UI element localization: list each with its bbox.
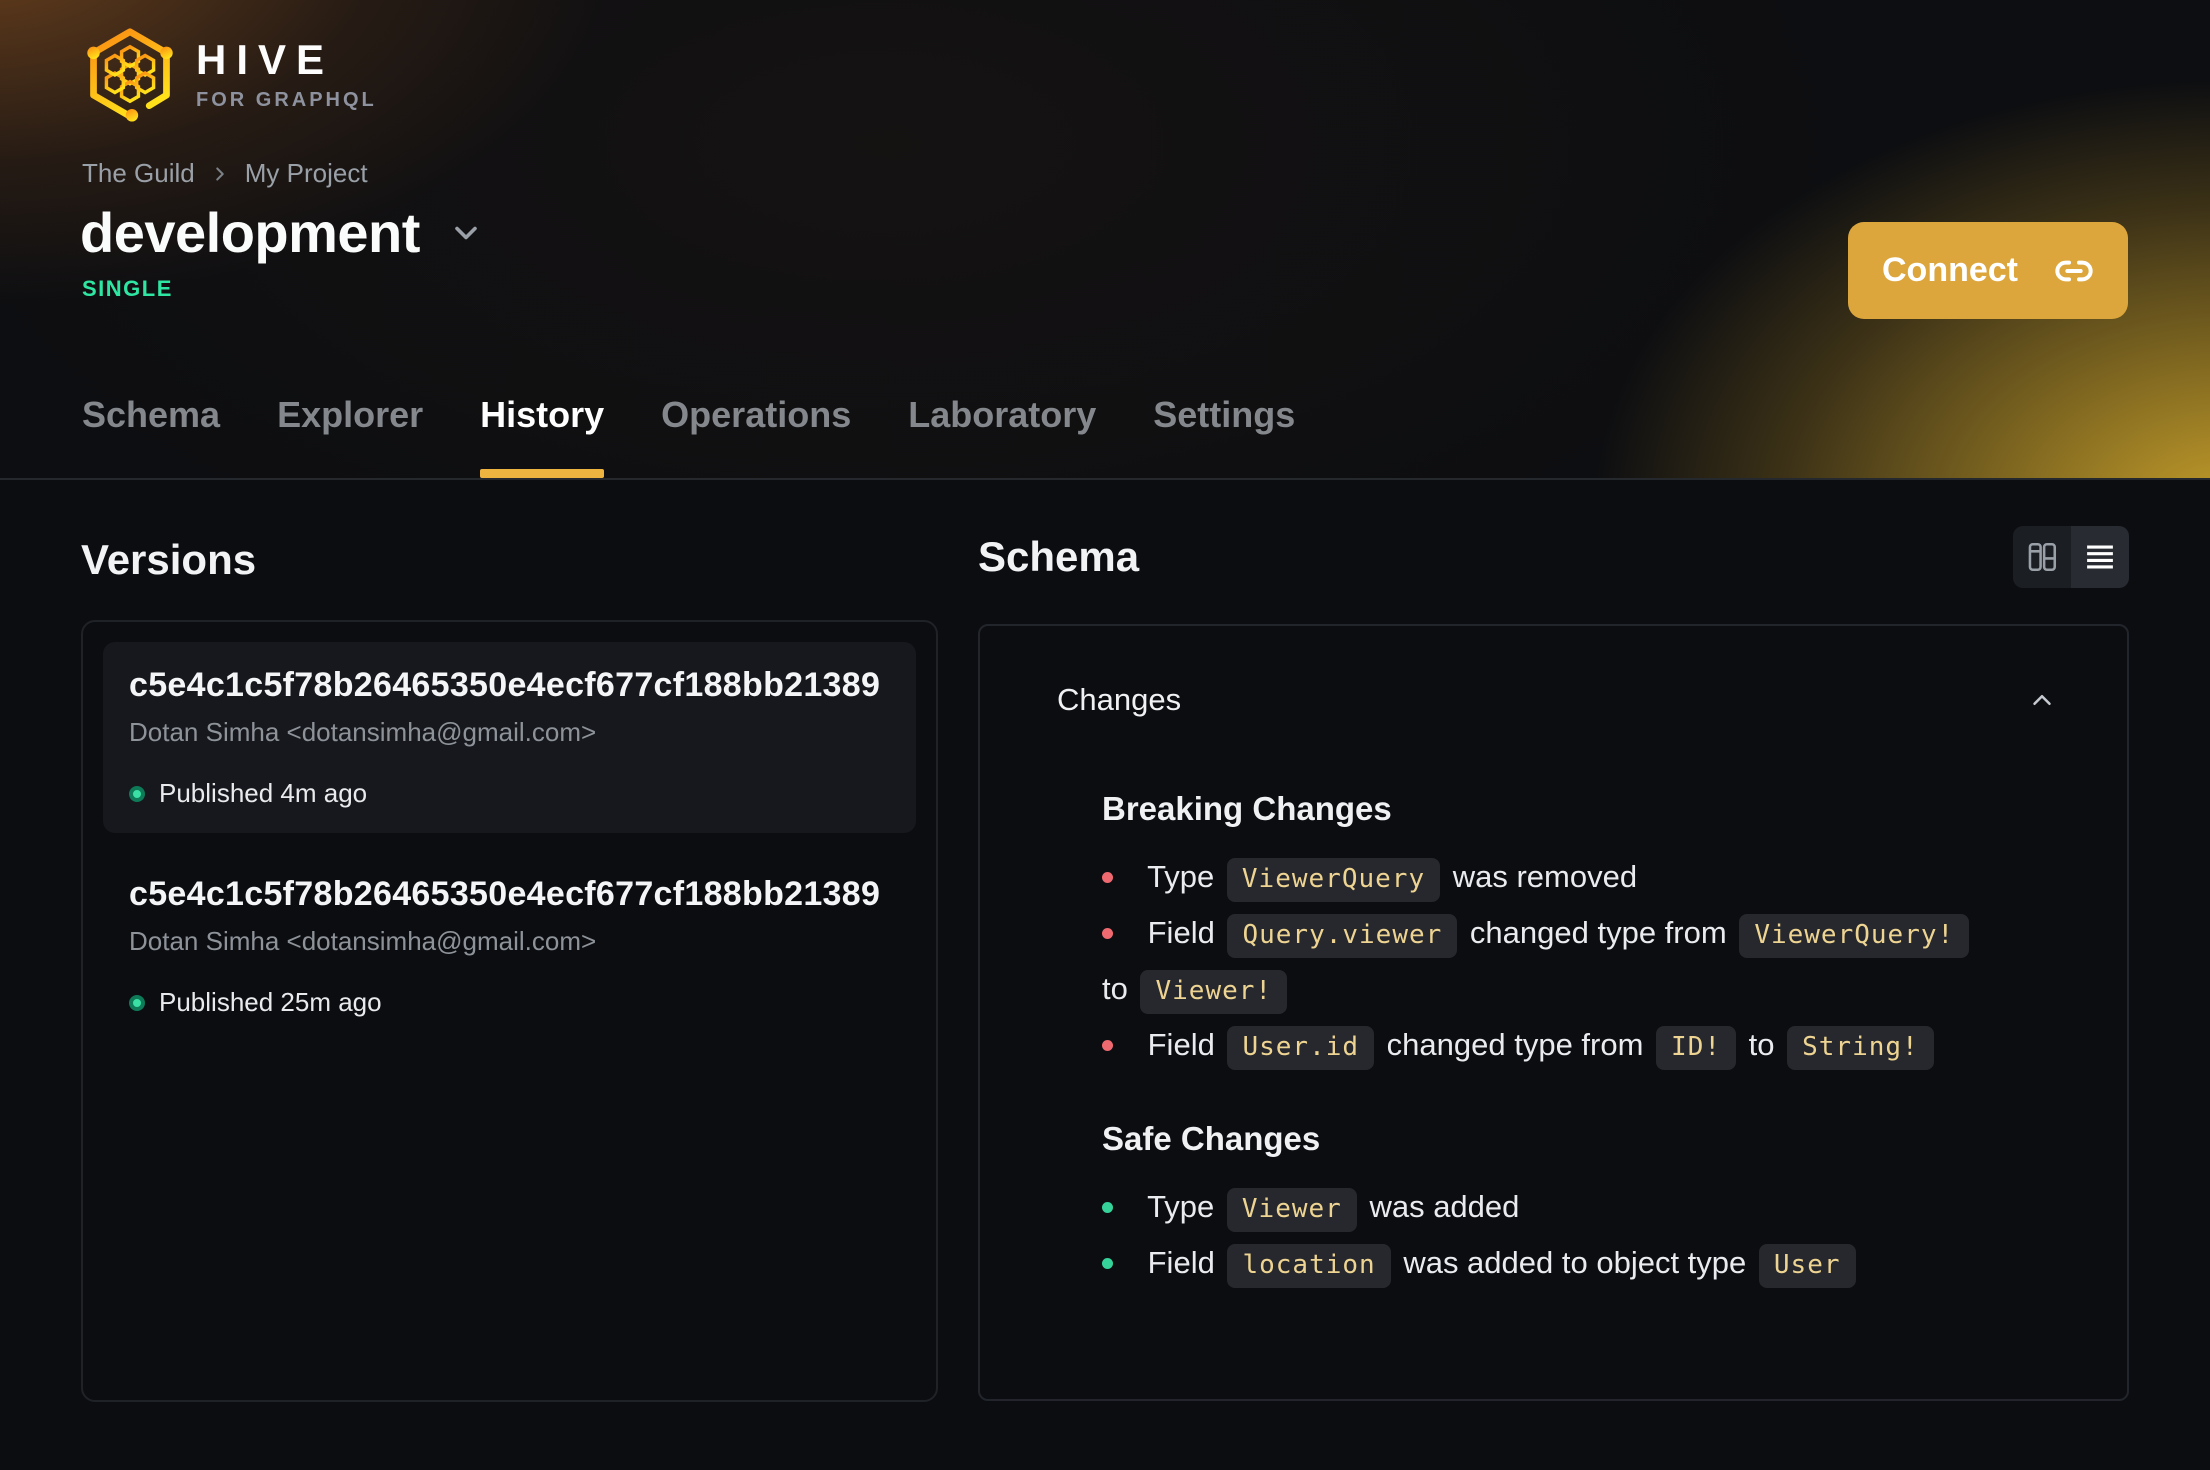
group-title: Breaking Changes: [1102, 790, 1392, 827]
chevron-down-icon[interactable]: [448, 215, 484, 251]
target-mode-badge: SINGLE: [82, 276, 173, 301]
code-chip: User: [1758, 1244, 1856, 1288]
logo-wordmark: HIVE FOR GRAPHQL: [196, 35, 377, 111]
tab-explorer[interactable]: Explorer: [277, 394, 423, 478]
logo[interactable]: HIVE FOR GRAPHQL: [82, 24, 377, 124]
green-dot-icon: [129, 785, 145, 802]
version-item[interactable]: c5e4c1c5f78b26465350e4ecf677cf188bb21389…: [103, 851, 916, 1042]
breaking-bullet-icon: [1102, 1040, 1113, 1051]
header: HIVE FOR GRAPHQL The Guild My Project de…: [0, 0, 2210, 480]
breadcrumb: The Guild My Project: [82, 158, 368, 189]
version-status-label: Published 25m ago: [159, 987, 382, 1017]
change-text: to: [1748, 1027, 1775, 1062]
change-text: changed type from: [1469, 915, 1727, 950]
code-chip: Viewer: [1226, 1188, 1357, 1232]
change-item: Field User.id changed type from ID! to S…: [1102, 1018, 2049, 1074]
page-title: development: [80, 201, 420, 264]
columns-view-icon: [2028, 542, 2057, 572]
breadcrumb-org[interactable]: The Guild: [82, 158, 195, 189]
connect-label: Connect: [1882, 251, 2018, 289]
schema-title: Schema: [978, 533, 1140, 580]
code-chip: ID!: [1656, 1026, 1737, 1070]
version-status-label: Published 4m ago: [159, 778, 368, 808]
target-title-row: development: [80, 200, 484, 265]
change-text: Type: [1147, 859, 1215, 894]
breaking-bullet-icon: [1102, 928, 1113, 939]
schema-section: Schema Changes Breaking Changes Type Vie…: [978, 480, 2129, 1402]
safe-bullet-icon: [1102, 1258, 1113, 1269]
version-hash: c5e4c1c5f78b26465350e4ecf677cf188bb21389: [129, 666, 881, 704]
change-text: Field: [1147, 915, 1215, 950]
version-status: Published 25m ago: [129, 987, 890, 1018]
code-chip: Viewer!: [1140, 970, 1288, 1014]
change-item: Field location was added to object type …: [1102, 1236, 2049, 1292]
changes-body: Breaking Changes Type ViewerQuery was re…: [980, 790, 2127, 1292]
versions-list: c5e4c1c5f78b26465350e4ecf677cf188bb21389…: [81, 620, 938, 1402]
tab-settings[interactable]: Settings: [1153, 394, 1295, 478]
versions-title: Versions: [81, 536, 257, 583]
change-text: Field: [1147, 1245, 1215, 1280]
code-chip: String!: [1787, 1026, 1934, 1070]
code-chip: User.id: [1227, 1026, 1375, 1070]
list-view-button[interactable]: [2071, 526, 2129, 588]
change-item: Type Viewer was added: [1102, 1180, 2049, 1236]
change-item: Type ViewerQuery was removed: [1102, 850, 2049, 906]
version-author: Dotan Simha <dotansimha@gmail.com>: [129, 717, 597, 747]
breadcrumb-project[interactable]: My Project: [245, 158, 368, 189]
schema-header: Schema: [978, 526, 2129, 588]
logo-title: HIVE: [196, 35, 335, 83]
tab-history[interactable]: History: [480, 394, 605, 478]
code-chip: ViewerQuery!: [1739, 914, 1970, 958]
tab-bar: Schema Explorer History Operations Labor…: [82, 394, 1295, 478]
change-text: to: [1102, 971, 1128, 1006]
code-chip: Query.viewer: [1227, 914, 1458, 958]
hive-app: HIVE FOR GRAPHQL The Guild My Project de…: [0, 0, 2210, 1402]
change-text: Type: [1147, 1189, 1215, 1224]
change-text: was added to object type: [1403, 1245, 1747, 1280]
code-chip: location: [1227, 1244, 1391, 1288]
connect-button[interactable]: Connect: [1848, 222, 2128, 319]
change-list: Type Viewer was added Field location was…: [1102, 1180, 2049, 1292]
green-dot-icon: [129, 994, 145, 1011]
hive-logo-icon: [87, 28, 173, 122]
tab-laboratory[interactable]: Laboratory: [908, 394, 1096, 478]
safe-changes-group: Safe Changes Type Viewer was added Field: [1102, 1120, 2049, 1292]
main-content: Versions c5e4c1c5f78b26465350e4ecf677cf1…: [0, 480, 2210, 1402]
group-title: Safe Changes: [1102, 1120, 1321, 1157]
version-item[interactable]: c5e4c1c5f78b26465350e4ecf677cf188bb21389…: [103, 642, 916, 833]
change-text-group: to Viewer!: [1102, 970, 1291, 1014]
code-chip: ViewerQuery: [1226, 858, 1441, 902]
change-list: Type ViewerQuery was removed Field Query…: [1102, 850, 2049, 1074]
chevron-up-icon: [2033, 695, 2051, 705]
breaking-bullet-icon: [1102, 872, 1113, 883]
change-text: changed type from: [1386, 1027, 1644, 1062]
safe-bullet-icon: [1102, 1202, 1113, 1213]
list-view-icon: [2087, 545, 2113, 569]
change-text: was removed: [1452, 859, 1638, 894]
link-icon: [2055, 260, 2093, 281]
version-status: Published 4m ago: [129, 778, 890, 809]
chevron-right-icon: [215, 166, 224, 181]
tab-operations[interactable]: Operations: [661, 394, 851, 478]
tab-schema[interactable]: Schema: [82, 394, 220, 478]
view-toggle: [2013, 526, 2129, 588]
change-text: was added: [1369, 1189, 1520, 1224]
version-author: Dotan Simha <dotansimha@gmail.com>: [129, 926, 597, 956]
change-item: Field Query.viewer changed type from Vie…: [1102, 906, 2049, 1018]
version-hash: c5e4c1c5f78b26465350e4ecf677cf188bb21389: [129, 875, 881, 913]
change-text: Field: [1147, 1027, 1215, 1062]
logo-subtitle: FOR GRAPHQL: [196, 88, 377, 111]
columns-view-button[interactable]: [2013, 526, 2071, 588]
breaking-changes-group: Breaking Changes Type ViewerQuery was re…: [1102, 790, 2049, 1074]
versions-section: Versions c5e4c1c5f78b26465350e4ecf677cf1…: [81, 480, 938, 1402]
changes-collapse-header[interactable]: Changes: [980, 626, 2127, 718]
changes-panel: Changes Breaking Changes Type ViewerQuer…: [978, 624, 2129, 1401]
changes-title: Changes: [1057, 682, 1182, 717]
